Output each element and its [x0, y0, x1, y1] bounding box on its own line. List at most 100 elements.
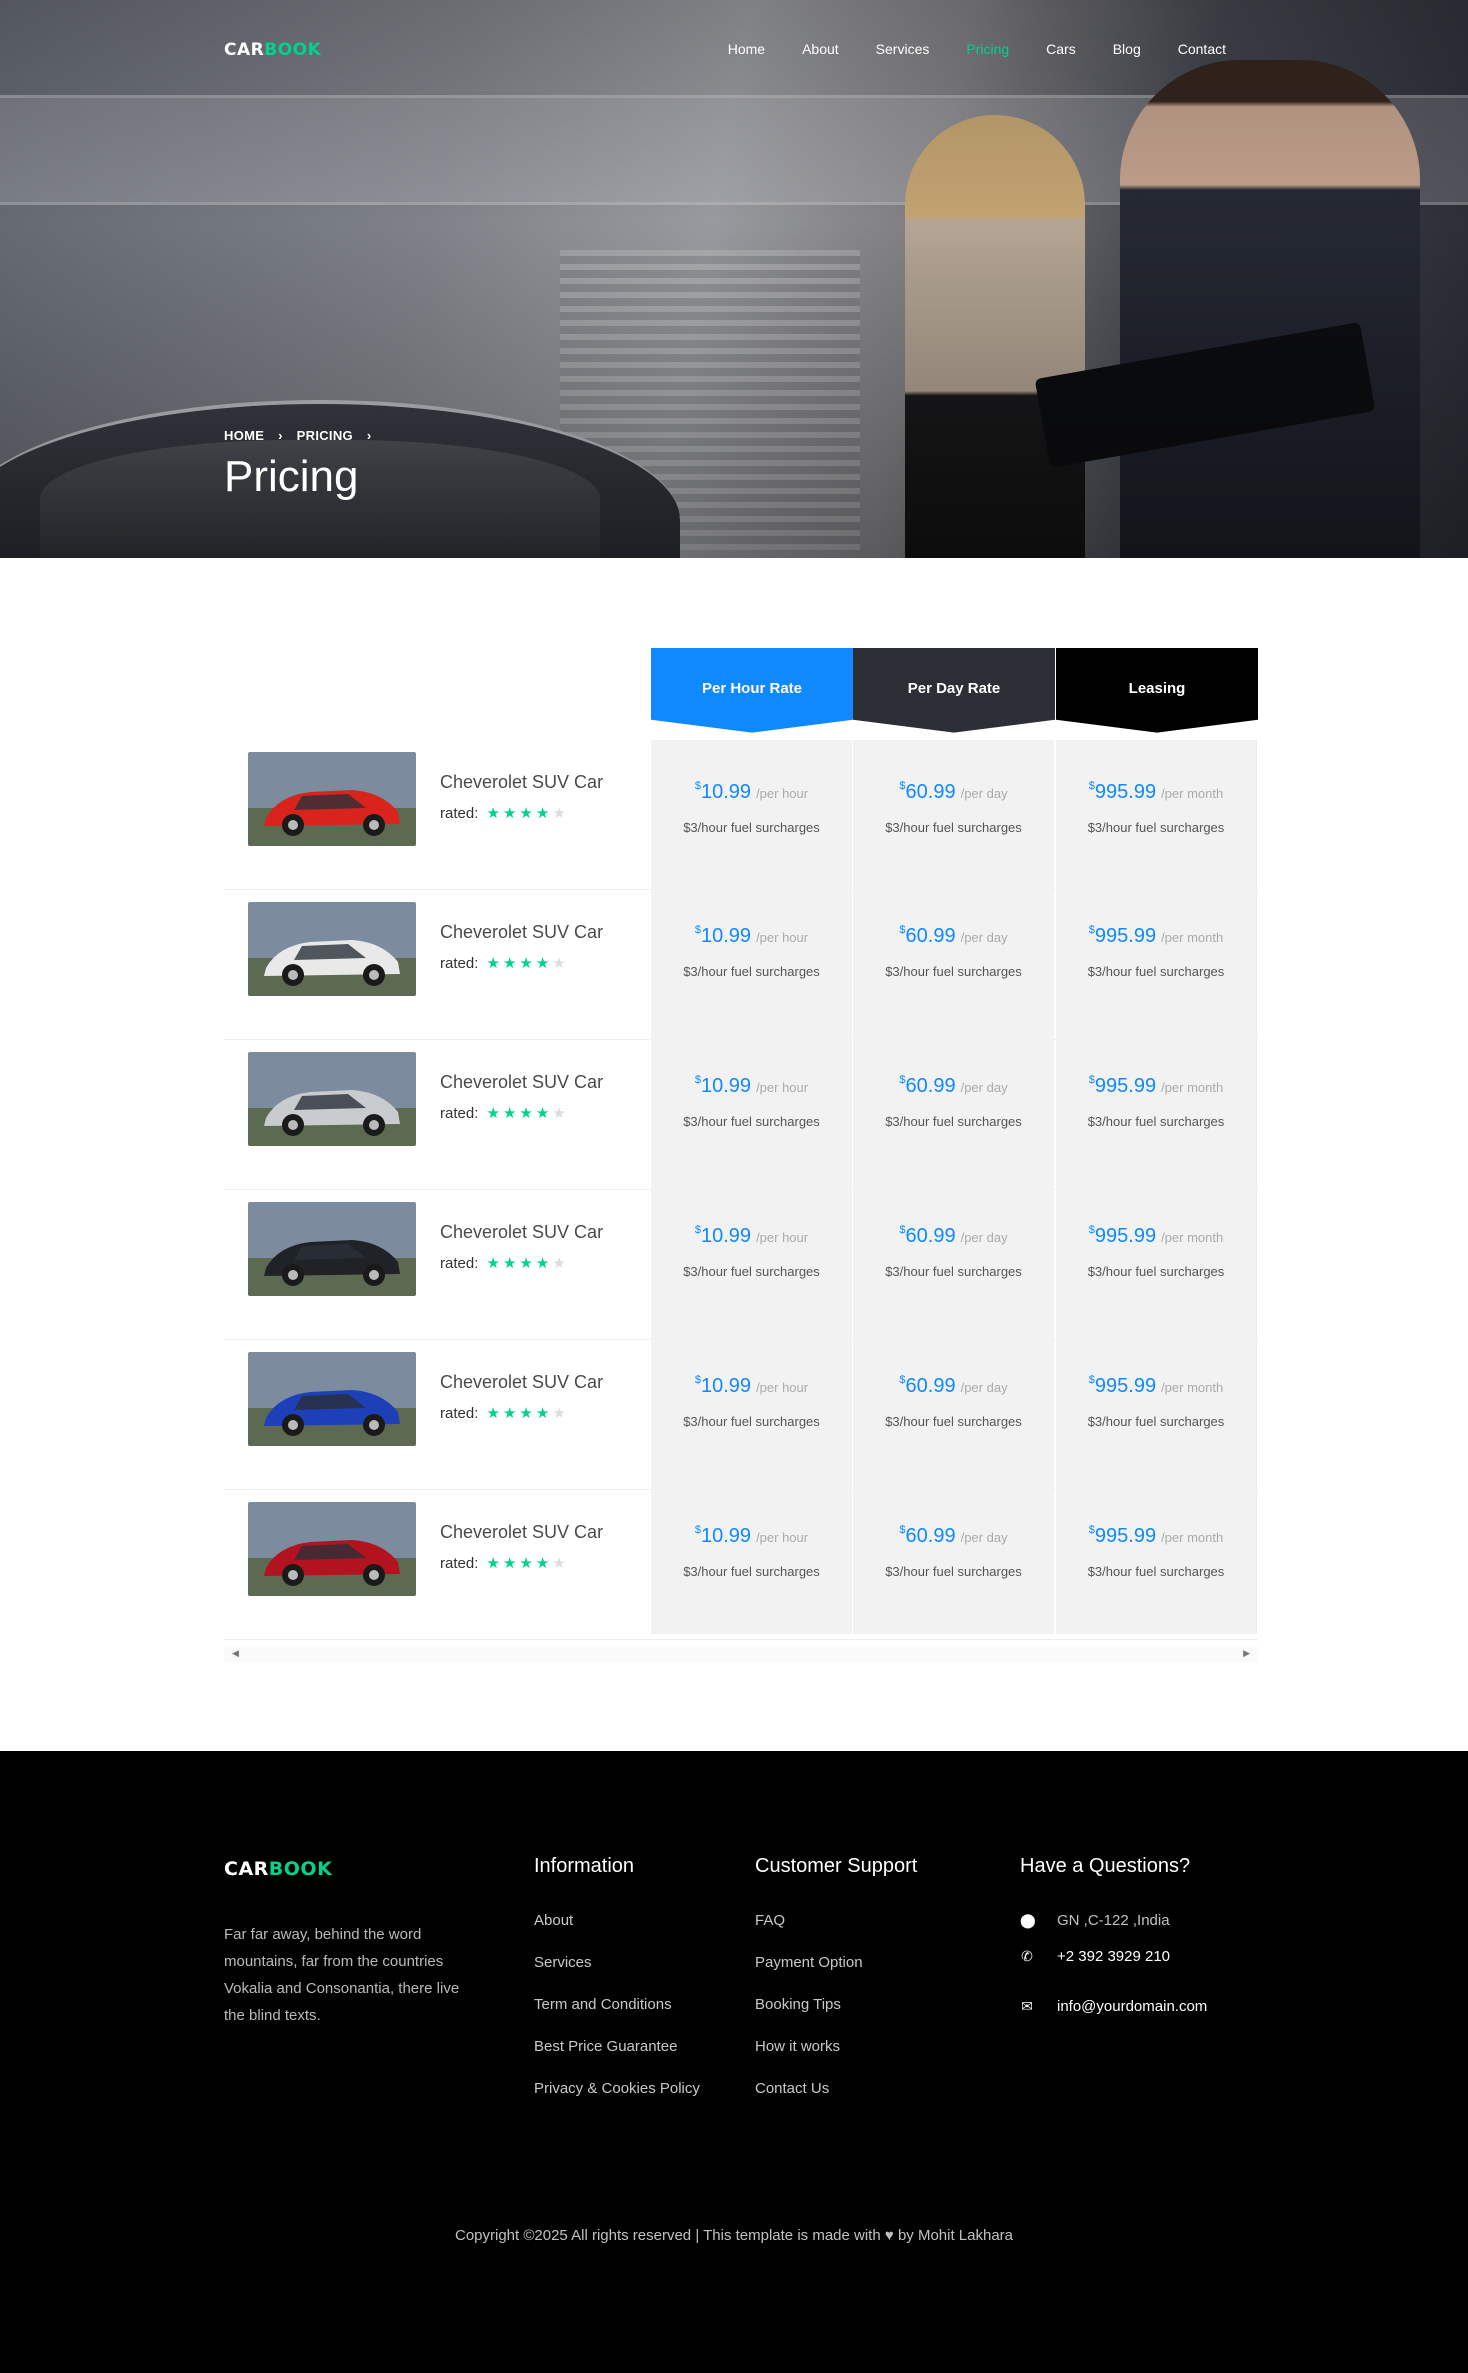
per-day-cell: $60.99/per day $3/hour fuel surcharges [853, 1184, 1054, 1334]
day-price: 60.99 [905, 925, 956, 947]
footer-link-terms[interactable]: Term and Conditions [534, 1996, 700, 2038]
footer-support-title: Customer Support [755, 1855, 918, 1877]
car-title[interactable]: Cheverolet SUV Car [440, 772, 603, 793]
fuel-surcharge: $3/hour fuel surcharges [1087, 1564, 1225, 1579]
nav-item-contact[interactable]: Contact [1178, 41, 1226, 57]
pricing-row: Cheverolet SUV Car rated: ★★★★★ $10.99/p… [224, 1484, 1258, 1640]
car-rating: rated: ★★★★★ [440, 1105, 569, 1122]
scroll-left-arrow-icon[interactable]: ◀ [232, 1649, 239, 1659]
car-title[interactable]: Cheverolet SUV Car [440, 1072, 603, 1093]
month-price: 995.99 [1094, 1525, 1157, 1547]
hour-price: 10.99 [701, 1225, 752, 1247]
hour-price: 10.99 [701, 1525, 752, 1547]
rating-stars: ★★★★★ [486, 955, 569, 972]
rating-stars: ★★★★★ [486, 1255, 569, 1272]
per-hour-cell: $10.99/per hour $3/hour fuel surcharges [651, 1034, 852, 1184]
day-price: 60.99 [905, 1075, 956, 1097]
footer-link-privacy[interactable]: Privacy & Cookies Policy [534, 2080, 700, 2122]
car-image[interactable] [248, 1352, 416, 1446]
car-title[interactable]: Cheverolet SUV Car [440, 1372, 603, 1393]
fuel-surcharge: $3/hour fuel surcharges [683, 820, 820, 835]
horizontal-scrollbar[interactable]: ◀ ▶ [224, 1646, 1258, 1662]
per-hour-cell: $10.99/per hour $3/hour fuel surcharges [651, 884, 852, 1034]
fuel-surcharge: $3/hour fuel surcharges [1087, 1114, 1225, 1129]
fuel-surcharge: $3/hour fuel surcharges [683, 1414, 820, 1429]
brand-logo[interactable]: CARBOOK [224, 40, 321, 60]
fuel-surcharge: $3/hour fuel surcharges [885, 1114, 1022, 1129]
footer-link-how-it-works[interactable]: How it works [755, 2038, 917, 2080]
breadcrumb-home[interactable]: HOME › [224, 428, 283, 443]
fuel-surcharge: $3/hour fuel surcharges [683, 1264, 820, 1279]
day-price: 60.99 [905, 1225, 956, 1247]
footer-link-services[interactable]: Services [534, 1954, 700, 1996]
footer: CARBOOK Far far away, behind the word mo… [0, 1751, 1468, 2373]
car-image[interactable] [248, 1502, 416, 1596]
footer-questions: Have a Questions? ⬤ GN ,C-122 ,India ✆ +… [1020, 1855, 1207, 2034]
fuel-surcharge: $3/hour fuel surcharges [1087, 1264, 1225, 1279]
day-price: 60.99 [905, 1375, 956, 1397]
per-day-cell: $60.99/per day $3/hour fuel surcharges [853, 1334, 1054, 1484]
scroll-right-arrow-icon[interactable]: ▶ [1243, 1649, 1250, 1659]
per-day-cell: $60.99/per day $3/hour fuel surcharges [853, 740, 1054, 890]
nav-item-pricing[interactable]: Pricing [966, 41, 1009, 57]
leasing-cell: $995.99/per month $3/hour fuel surcharge… [1056, 740, 1257, 890]
month-price: 995.99 [1094, 925, 1157, 947]
fuel-surcharge: $3/hour fuel surcharges [885, 1264, 1022, 1279]
per-hour-cell: $10.99/per hour $3/hour fuel surcharges [651, 1334, 852, 1484]
car-rating: rated: ★★★★★ [440, 1555, 569, 1572]
rating-stars: ★★★★★ [486, 805, 569, 822]
breadcrumb-pricing: PRICING › [296, 428, 372, 443]
envelope-icon: ✉ [1021, 1998, 1033, 2014]
car-title[interactable]: Cheverolet SUV Car [440, 1522, 603, 1543]
footer-questions-title: Have a Questions? [1020, 1855, 1191, 1877]
car-title[interactable]: Cheverolet SUV Car [440, 1222, 603, 1243]
pricing-row: Cheverolet SUV Car rated: ★★★★★ $10.99/p… [224, 1334, 1258, 1490]
fuel-surcharge: $3/hour fuel surcharges [885, 1414, 1022, 1429]
footer-about-text: Far far away, behind the word mountains,… [224, 1926, 460, 2024]
footer-customer-support: Customer Support FAQ Payment Option Book… [755, 1855, 917, 2122]
footer-link-contact[interactable]: Contact Us [755, 2080, 917, 2122]
leasing-cell: $995.99/per month $3/hour fuel surcharge… [1056, 884, 1257, 1034]
car-image[interactable] [248, 1202, 416, 1296]
nav-item-blog[interactable]: Blog [1113, 41, 1141, 57]
header-per-hour-rate: Per Hour Rate [651, 648, 853, 733]
pricing-row: Cheverolet SUV Car rated: ★★★★★ $10.99/p… [224, 1184, 1258, 1340]
footer-link-faq[interactable]: FAQ [755, 1912, 917, 1954]
car-rating: rated: ★★★★★ [440, 1405, 569, 1422]
fuel-surcharge: $3/hour fuel surcharges [683, 1114, 820, 1129]
car-image[interactable] [248, 1052, 416, 1146]
car-rating: rated: ★★★★★ [440, 1255, 569, 1272]
month-price: 995.99 [1094, 1225, 1157, 1247]
footer-information-title: Information [534, 1855, 635, 1877]
fuel-surcharge: $3/hour fuel surcharges [683, 964, 820, 979]
month-price: 995.99 [1094, 1075, 1157, 1097]
nav-item-cars[interactable]: Cars [1046, 41, 1076, 57]
per-day-cell: $60.99/per day $3/hour fuel surcharges [853, 1034, 1054, 1184]
nav-item-about[interactable]: About [802, 41, 839, 57]
footer-link-payment[interactable]: Payment Option [755, 1954, 917, 1996]
nav-menu: Home About Services Pricing Cars Blog Co… [728, 41, 1226, 57]
per-hour-cell: $10.99/per hour $3/hour fuel surcharges [651, 1184, 852, 1334]
footer-brand-logo[interactable]: CARBOOK [224, 1858, 332, 1880]
car-title[interactable]: Cheverolet SUV Car [440, 922, 603, 943]
car-image[interactable] [248, 752, 416, 846]
hour-price: 10.99 [701, 1375, 752, 1397]
fuel-surcharge: $3/hour fuel surcharges [683, 1564, 820, 1579]
fuel-surcharge: $3/hour fuel surcharges [885, 964, 1022, 979]
rating-stars: ★★★★★ [486, 1405, 569, 1422]
footer-link-booking-tips[interactable]: Booking Tips [755, 1996, 917, 2038]
footer-link-about[interactable]: About [534, 1912, 700, 1954]
pricing-row: Cheverolet SUV Car rated: ★★★★★ $10.99/p… [224, 884, 1258, 1040]
author-link[interactable]: by Mohit Lakhara [898, 2227, 1013, 2244]
header-per-day-rate: Per Day Rate [853, 648, 1055, 733]
contact-email[interactable]: ✉ info@yourdomain.com [1020, 1998, 1207, 2034]
nav-item-services[interactable]: Services [876, 41, 930, 57]
phone-icon: ✆ [1021, 1948, 1033, 1964]
car-image[interactable] [248, 902, 416, 996]
contact-phone[interactable]: ✆ +2 392 3929 210 [1020, 1948, 1207, 1984]
per-hour-cell: $10.99/per hour $3/hour fuel surcharges [651, 740, 852, 890]
per-day-cell: $60.99/per day $3/hour fuel surcharges [853, 884, 1054, 1034]
footer-link-best-price[interactable]: Best Price Guarantee [534, 2038, 700, 2080]
header-leasing: Leasing [1056, 648, 1258, 733]
nav-item-home[interactable]: Home [728, 41, 765, 57]
